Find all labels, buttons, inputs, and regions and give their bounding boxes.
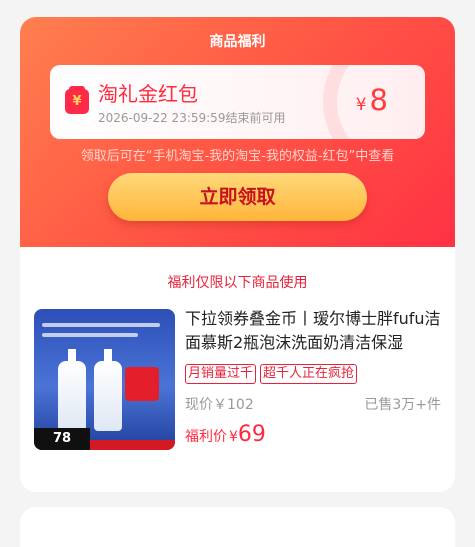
bottle-pump xyxy=(104,349,112,361)
section-title: 福利仅限以下商品使用 xyxy=(167,275,308,291)
coupon-amount: ¥8 xyxy=(356,83,388,117)
promo-badge xyxy=(125,367,159,401)
benefit-price-label: 福利价 xyxy=(185,429,227,445)
benefit-card: 商品福利 ¥ 淘礼金红包 2026-09-22 23:59:59结束前可用 ¥8… xyxy=(20,17,455,492)
thumb-price: 78 xyxy=(34,428,90,450)
coupon-value: 8 xyxy=(369,83,388,117)
coupon-name: 淘礼金红包 xyxy=(98,82,198,106)
bottle-image xyxy=(94,361,122,431)
red-envelope-icon: ¥ xyxy=(65,86,89,114)
benefit-price: 福利价 ¥69 xyxy=(185,422,266,447)
product-thumbnail[interactable]: 78 xyxy=(34,309,175,450)
thumb-banner-line xyxy=(42,333,138,337)
next-card xyxy=(20,507,455,547)
claim-hint: 领取后可在“手机淘宝-我的淘宝-我的权益-红包”中查看 xyxy=(80,149,395,164)
product-tags: 月销量过千 超千人正在疯抢 xyxy=(185,362,361,384)
product-title[interactable]: 下拉领券叠金币丨瑷尔博士胖fufu洁面慕斯2瓶泡沫洗面奶清洁保湿 xyxy=(185,307,445,355)
bottle-image xyxy=(58,361,86,431)
coupon-card: ¥ 淘礼金红包 2026-09-22 23:59:59结束前可用 ¥8 xyxy=(50,65,425,139)
page-title: 商品福利 xyxy=(209,34,266,50)
bottle-pump xyxy=(68,349,76,361)
benefit-price-currency: ¥ xyxy=(229,429,238,445)
coupon-currency: ¥ xyxy=(355,95,367,115)
coupon-expiry: 2026-09-22 23:59:59结束前可用 xyxy=(98,111,286,125)
hero-banner: 商品福利 ¥ 淘礼金红包 2026-09-22 23:59:59结束前可用 ¥8… xyxy=(20,17,455,247)
sold-count: 已售3万+件 xyxy=(364,397,441,413)
benefit-price-value: 69 xyxy=(237,422,266,447)
tag-hot-buying: 超千人正在疯抢 xyxy=(260,364,358,384)
thumb-banner-line xyxy=(42,323,160,327)
current-price: 现价￥102 xyxy=(185,397,254,413)
tag-monthly-sales: 月销量过千 xyxy=(185,364,257,384)
claim-button[interactable]: 立即领取 xyxy=(108,173,367,221)
